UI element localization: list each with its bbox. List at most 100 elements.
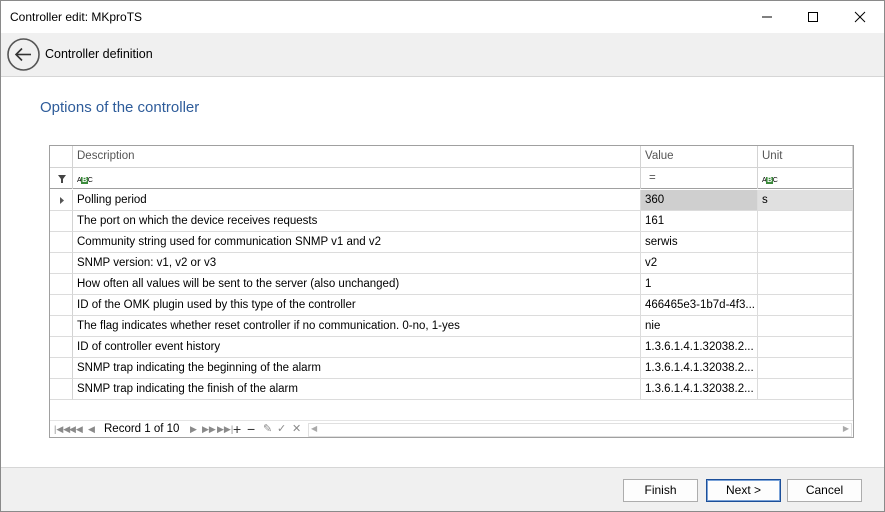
grid-header-row: Description Value Unit <box>50 146 853 168</box>
first-record-icon[interactable]: |◀◀ <box>54 424 70 435</box>
minimize-icon <box>762 16 772 18</box>
back-arrow-icon <box>7 38 40 71</box>
previous-record-icon[interactable]: ◀ <box>88 424 95 435</box>
filter-icon <box>58 175 66 183</box>
column-header-unit[interactable]: Unit <box>758 146 853 167</box>
table-row[interactable]: Polling period 360 s <box>50 190 853 211</box>
indicator-header <box>50 146 73 167</box>
row-indicator[interactable] <box>50 211 73 232</box>
filter-unit[interactable]: ABC <box>758 168 853 189</box>
description-cell[interactable]: SNMP trap indicating the beginning of th… <box>73 358 641 379</box>
cancel-button[interactable]: Cancel <box>787 479 862 502</box>
row-indicator[interactable] <box>50 358 73 379</box>
value-cell[interactable]: 1.3.6.1.4.1.32038.2... <box>641 379 758 400</box>
close-icon <box>854 11 866 23</box>
last-record-icon[interactable]: ▶▶| <box>217 424 233 435</box>
title-bar: Controller edit: MKproTS <box>1 1 884 33</box>
column-header-value[interactable]: Value <box>641 146 758 167</box>
row-indicator[interactable] <box>50 274 73 295</box>
unit-cell[interactable] <box>758 295 853 316</box>
row-indicator[interactable] <box>50 253 73 274</box>
value-cell[interactable]: v2 <box>641 253 758 274</box>
column-header-description[interactable]: Description <box>73 146 641 167</box>
next-button[interactable]: Next > <box>706 479 781 502</box>
value-cell[interactable]: serwis <box>641 232 758 253</box>
description-cell[interactable]: ID of the OMK plugin used by this type o… <box>73 295 641 316</box>
unit-cell[interactable]: s <box>758 190 853 211</box>
scroll-right-icon[interactable]: ▶ <box>843 424 849 433</box>
scroll-left-icon[interactable]: ◀ <box>311 424 317 433</box>
value-cell[interactable]: 466465e3-1b7d-4f3... <box>641 295 758 316</box>
table-row[interactable]: SNMP trap indicating the finish of the a… <box>50 379 853 400</box>
previous-page-icon[interactable]: ◀◀ <box>69 424 83 435</box>
value-cell[interactable]: 1.3.6.1.4.1.32038.2... <box>641 337 758 358</box>
unit-cell[interactable] <box>758 211 853 232</box>
unit-cell[interactable] <box>758 358 853 379</box>
description-cell[interactable]: SNMP trap indicating the finish of the a… <box>73 379 641 400</box>
table-row[interactable]: SNMP trap indicating the beginning of th… <box>50 358 853 379</box>
filter-icon-cell[interactable] <box>50 168 73 189</box>
close-button[interactable] <box>837 1 883 33</box>
equals-operator-icon: = <box>649 172 656 184</box>
row-indicator[interactable] <box>50 232 73 253</box>
table-row[interactable]: SNMP version: v1, v2 or v3 v2 <box>50 253 853 274</box>
value-cell[interactable]: 360 <box>641 190 758 211</box>
unit-cell[interactable] <box>758 274 853 295</box>
maximize-icon <box>808 12 818 22</box>
row-indicator[interactable] <box>50 295 73 316</box>
window-title: Controller edit: MKproTS <box>10 10 143 24</box>
value-cell[interactable]: 1.3.6.1.4.1.32038.2... <box>641 358 758 379</box>
options-grid: Description Value Unit ABC = ABC Polling… <box>49 145 854 438</box>
section-title: Options of the controller <box>40 99 200 116</box>
unit-cell[interactable] <box>758 379 853 400</box>
unit-cell[interactable] <box>758 337 853 358</box>
minimize-button[interactable] <box>744 1 790 33</box>
description-cell[interactable]: SNMP version: v1, v2 or v3 <box>73 253 641 274</box>
description-cell[interactable]: Community string used for communication … <box>73 232 641 253</box>
row-indicator[interactable] <box>50 190 73 211</box>
table-row[interactable]: ID of the OMK plugin used by this type o… <box>50 295 853 316</box>
controller-edit-window: Controller edit: MKproTS Controller defi… <box>0 0 885 512</box>
current-row-arrow-icon <box>60 197 64 204</box>
cancel-edit-icon[interactable]: ✕ <box>292 422 301 435</box>
text-filter-icon: ABC <box>77 177 93 184</box>
table-row[interactable]: The flag indicates whether reset control… <box>50 316 853 337</box>
row-indicator[interactable] <box>50 316 73 337</box>
table-row[interactable]: How often all values will be sent to the… <box>50 274 853 295</box>
next-page-icon[interactable]: ▶▶ <box>202 424 216 435</box>
row-indicator[interactable] <box>50 379 73 400</box>
filter-value[interactable]: = <box>641 168 758 189</box>
unit-cell[interactable] <box>758 253 853 274</box>
finish-button[interactable]: Finish <box>623 479 698 502</box>
description-cell[interactable]: ID of controller event history <box>73 337 641 358</box>
next-record-icon[interactable]: ▶ <box>190 424 197 435</box>
table-row[interactable]: Community string used for communication … <box>50 232 853 253</box>
wizard-header: Controller definition <box>1 33 884 77</box>
data-navigator: |◀◀ ◀◀ ◀ Record 1 of 10 ▶ ▶▶ ▶▶| + − ✎ ✓… <box>50 420 853 437</box>
add-record-icon[interactable]: + <box>233 421 241 437</box>
maximize-button[interactable] <box>790 1 836 33</box>
edit-record-icon[interactable]: ✎ <box>263 422 272 435</box>
filter-row: ABC = ABC <box>50 168 853 189</box>
description-cell[interactable]: The flag indicates whether reset control… <box>73 316 641 337</box>
value-cell[interactable]: nie <box>641 316 758 337</box>
delete-record-icon[interactable]: − <box>247 421 255 437</box>
wizard-footer: Finish Next > Cancel <box>1 467 884 511</box>
description-cell[interactable]: Polling period <box>73 190 641 211</box>
value-cell[interactable]: 1 <box>641 274 758 295</box>
horizontal-scrollbar[interactable]: ◀ ▶ <box>308 423 852 437</box>
back-button[interactable] <box>7 38 40 71</box>
unit-cell[interactable] <box>758 316 853 337</box>
row-indicator[interactable] <box>50 337 73 358</box>
unit-cell[interactable] <box>758 232 853 253</box>
record-counter: Record 1 of 10 <box>104 423 180 435</box>
description-cell[interactable]: How often all values will be sent to the… <box>73 274 641 295</box>
filter-description[interactable]: ABC <box>73 168 641 189</box>
description-cell[interactable]: The port on which the device receives re… <box>73 211 641 232</box>
table-row[interactable]: ID of controller event history 1.3.6.1.4.… <box>50 337 853 358</box>
value-cell[interactable]: 161 <box>641 211 758 232</box>
text-filter-icon: ABC <box>762 177 778 184</box>
header-title: Controller definition <box>45 47 153 61</box>
save-record-icon[interactable]: ✓ <box>277 422 286 435</box>
table-row[interactable]: The port on which the device receives re… <box>50 211 853 232</box>
